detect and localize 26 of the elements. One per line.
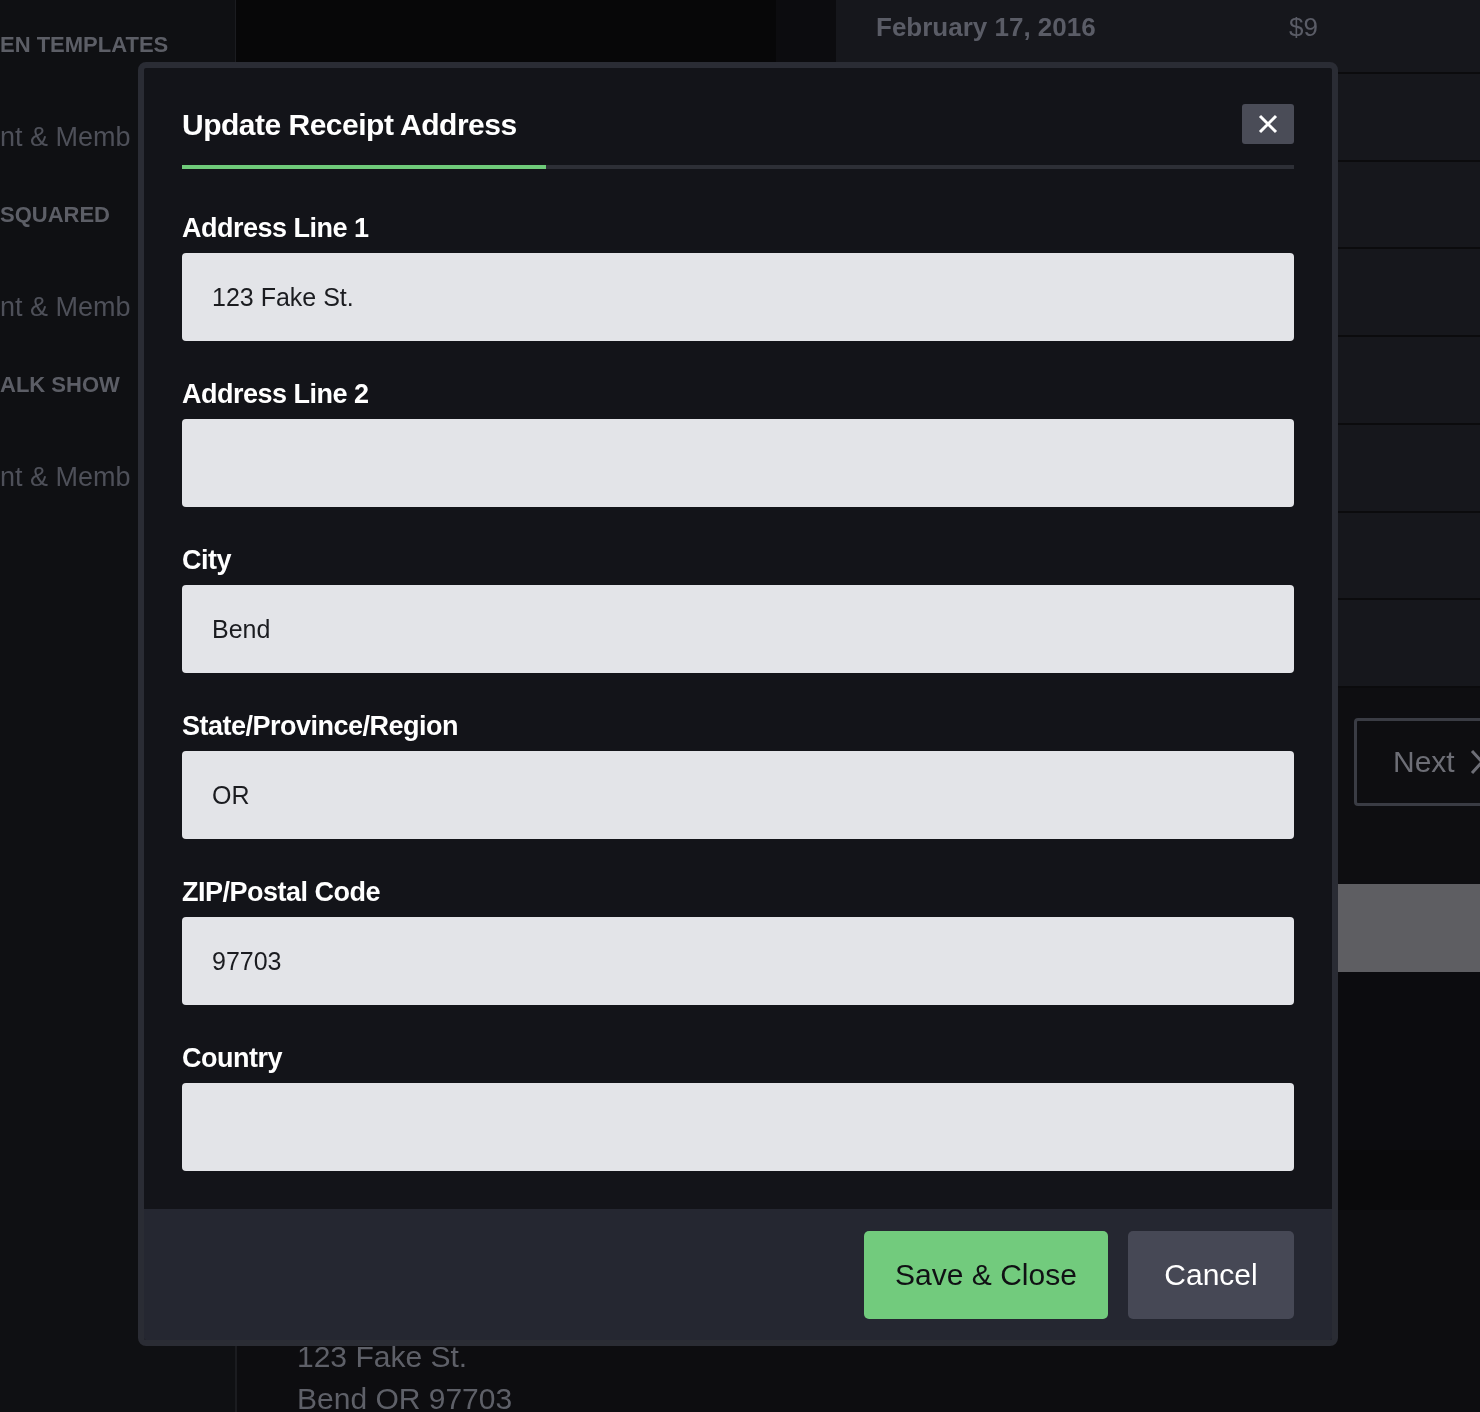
input-field[interactable]: OR — [182, 751, 1294, 839]
input-field[interactable]: 97703 — [182, 917, 1294, 1005]
address-line: 123 Fake St. — [297, 1339, 468, 1375]
cancel-button[interactable]: Cancel — [1128, 1231, 1294, 1319]
input-field[interactable]: 123 Fake St. — [182, 253, 1294, 341]
dialog-title: Update Receipt Address — [182, 107, 517, 142]
field-label: Address Line 1 — [182, 213, 370, 245]
close-button[interactable] — [1242, 104, 1294, 144]
receipt-amount: $9 — [1289, 12, 1318, 44]
save-button[interactable]: Save & Close — [864, 1231, 1108, 1319]
input-field[interactable]: Bend — [182, 585, 1294, 673]
next-button[interactable]: Next — [1354, 718, 1480, 806]
field-label: City — [182, 545, 233, 577]
section-heading: SQUARED — [0, 202, 110, 228]
field-label: ZIP/Postal Code — [182, 877, 382, 909]
field-label: Country — [182, 1043, 284, 1075]
field-label: Address Line 2 — [182, 379, 370, 411]
address-line: Bend OR 97703 — [297, 1381, 513, 1412]
chevron-icon — [1468, 748, 1480, 776]
input-field[interactable] — [182, 1083, 1294, 1171]
input-field[interactable] — [182, 419, 1294, 507]
section-heading: EN TEMPLATES — [0, 32, 169, 58]
receipt-date: February 17, 2016 — [876, 12, 1096, 44]
close-icon — [1258, 114, 1278, 134]
section-heading: ALK SHOW — [0, 372, 120, 398]
field-label: State/Province/Region — [182, 711, 460, 743]
